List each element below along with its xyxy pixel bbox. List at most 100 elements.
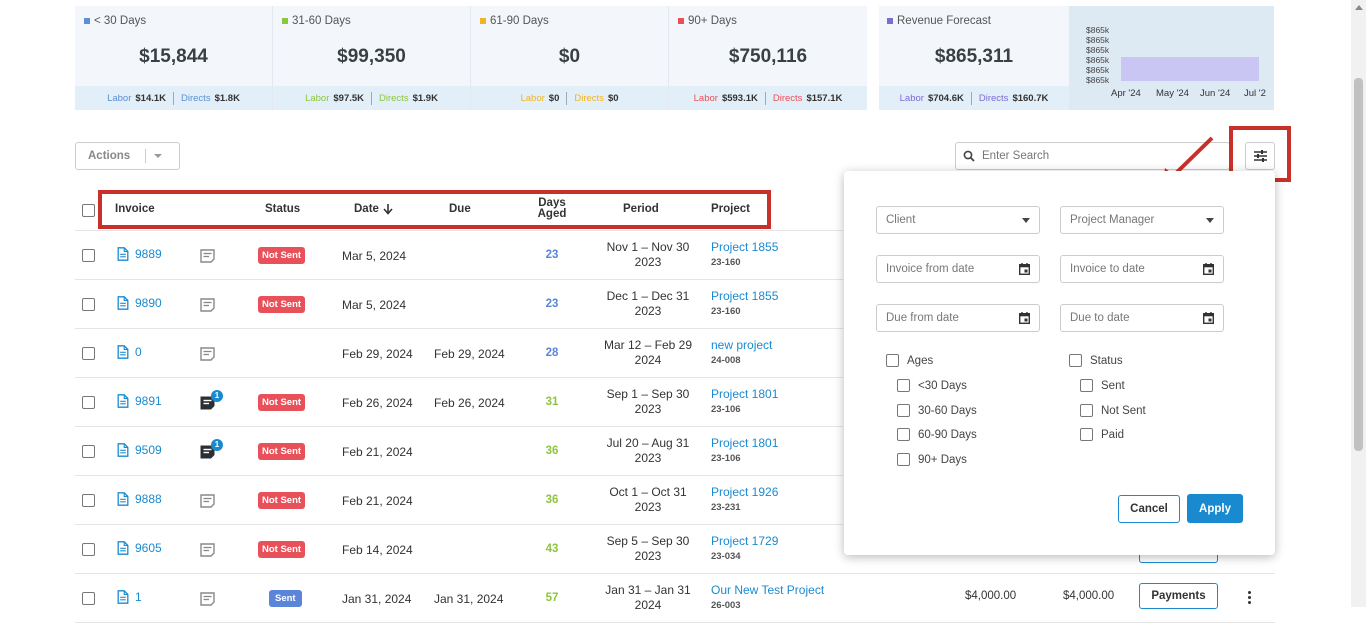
row-checkbox[interactable] xyxy=(82,543,95,556)
select-all-checkbox[interactable] xyxy=(82,204,95,217)
filter-panel: Client Project Manager Invoice from date… xyxy=(844,171,1275,555)
age-30-60-checkbox[interactable]: 30-60 Days xyxy=(897,404,977,417)
invoice-number: 9605 xyxy=(135,541,162,555)
aging-card-lt30[interactable]: < 30 Days $15,844 Labor $14.1K Directs $1.… xyxy=(75,6,273,110)
scrollbar-thumb[interactable] xyxy=(1354,78,1363,451)
invoice-link[interactable]: 9891 xyxy=(117,394,162,408)
status-checkbox[interactable]: Status xyxy=(1069,354,1123,367)
labor-label: Labor xyxy=(305,92,330,104)
status-paid-checkbox[interactable]: Paid xyxy=(1080,428,1124,441)
project-link[interactable]: Project 1729 xyxy=(711,534,778,548)
notes-button[interactable] xyxy=(200,298,215,317)
notes-button[interactable] xyxy=(200,249,215,268)
notes-button[interactable] xyxy=(200,347,215,366)
y-tick: $865k xyxy=(1086,35,1110,45)
project-link[interactable]: Project 1855 xyxy=(711,240,778,254)
row-checkbox[interactable] xyxy=(82,396,95,409)
notes-button[interactable] xyxy=(200,592,215,611)
notes-button[interactable]: 1 xyxy=(200,439,223,464)
project-link[interactable]: new project xyxy=(711,338,772,352)
invoice-link[interactable]: 1 xyxy=(117,590,142,604)
date-cell: Feb 29, 2024 xyxy=(342,347,413,361)
directs-value: $160.7K xyxy=(1012,92,1049,104)
invoice-link[interactable]: 9889 xyxy=(117,247,162,261)
row-checkbox[interactable] xyxy=(82,249,95,262)
client-placeholder: Client xyxy=(886,214,916,226)
directs-label: Directs xyxy=(978,92,1009,104)
directs-value: $1.9K xyxy=(412,92,438,104)
project-manager-select[interactable]: Project Manager xyxy=(1060,206,1224,234)
apply-button[interactable]: Apply xyxy=(1187,494,1243,523)
row-checkbox[interactable] xyxy=(82,494,95,507)
notes-button[interactable]: 1 xyxy=(200,390,223,415)
invoice-link[interactable]: 9890 xyxy=(117,296,162,310)
due-to-date-input[interactable]: Due to date xyxy=(1060,304,1224,332)
divider xyxy=(566,91,568,105)
note-count-badge: 1 xyxy=(211,390,223,402)
pm-placeholder: Project Manager xyxy=(1070,214,1155,226)
row-checkbox[interactable] xyxy=(82,347,95,360)
row-checkbox[interactable] xyxy=(82,445,95,458)
client-select[interactable]: Client xyxy=(876,206,1040,234)
checkbox-label: Paid xyxy=(1101,428,1125,441)
due-cell: Jan 31, 2024 xyxy=(434,592,504,606)
age-90plus-checkbox[interactable]: 90+ Days xyxy=(897,453,967,466)
forecast-amount: $865,311 xyxy=(934,46,1014,67)
project-code: 23-106 xyxy=(711,404,741,415)
notes-button[interactable] xyxy=(200,494,215,513)
checkbox-label: 30-60 Days xyxy=(918,404,977,417)
age-lt30-checkbox[interactable]: <30 Days xyxy=(897,379,967,392)
document-icon xyxy=(117,590,129,604)
project-link[interactable]: Project 1801 xyxy=(711,436,778,450)
checkbox-label: Sent xyxy=(1101,379,1125,392)
age-60-90-checkbox[interactable]: 60-90 Days xyxy=(897,428,977,441)
d3160-legend-square xyxy=(282,18,288,24)
project-link[interactable]: Project 1926 xyxy=(711,485,778,499)
notes-button[interactable] xyxy=(200,543,215,562)
project-link[interactable]: Project 1801 xyxy=(711,387,778,401)
invoice-link[interactable]: 9509 xyxy=(117,443,162,457)
note-icon xyxy=(200,592,215,606)
more-vert-icon[interactable] xyxy=(1248,591,1251,606)
aging-card-90plus[interactable]: 90+ Days $750,116 Labor $593.1K Directs $1… xyxy=(669,6,867,110)
period-year: 2023 xyxy=(634,402,662,416)
cancel-button[interactable]: Cancel xyxy=(1118,495,1180,523)
scroll-up-arrow-icon[interactable] xyxy=(1355,5,1363,10)
row-checkbox[interactable] xyxy=(82,592,95,605)
days-aged-cell: 57 xyxy=(545,592,559,604)
invoice-from-date-input[interactable]: Invoice from date xyxy=(876,255,1040,283)
status-not-sent-checkbox[interactable]: Not Sent xyxy=(1080,404,1146,417)
invoice-link[interactable]: 9888 xyxy=(117,492,162,506)
invoice-link[interactable]: 9605 xyxy=(117,541,162,555)
period-range: Dec 1 – Dec 31 xyxy=(606,289,690,303)
ages-checkbox[interactable]: Ages xyxy=(886,354,933,367)
project-cell: Project 1801 23-106 xyxy=(711,387,778,415)
amount-cell: $4,000.00 xyxy=(965,590,1017,602)
invoice-link[interactable]: 0 xyxy=(117,345,142,359)
x-tick: Apr '24 xyxy=(1111,88,1141,99)
page-scrollbar[interactable] xyxy=(1351,0,1366,607)
period-cell: Nov 1 – Nov 30 2023 xyxy=(597,240,699,270)
days-aged-cell: 23 xyxy=(545,249,559,261)
labor-value: $97.5K xyxy=(333,92,365,104)
project-code: 26-003 xyxy=(711,600,741,611)
card-amount: $15,844 xyxy=(139,46,208,67)
invoice-number: 9889 xyxy=(135,247,162,261)
period-range: Sep 1 – Sep 30 xyxy=(606,387,690,401)
due-cell: Feb 26, 2024 xyxy=(434,396,505,410)
project-code: 23-106 xyxy=(711,453,741,464)
aging-card-31-60[interactable]: 31-60 Days $99,350 Labor $97.5K Directs $1… xyxy=(273,6,471,110)
invoice-to-date-input[interactable]: Invoice to date xyxy=(1060,255,1224,283)
revenue-forecast-card[interactable]: Revenue Forecast $865,311 Labor $704.6K D… xyxy=(879,6,1274,110)
project-link[interactable]: Project 1855 xyxy=(711,289,778,303)
status-sent-checkbox[interactable]: Sent xyxy=(1080,379,1125,392)
days-aged-cell: 43 xyxy=(545,543,559,555)
payments-button[interactable]: Payments xyxy=(1139,583,1218,609)
aging-card-61-90[interactable]: 61-90 Days $0 Labor $0 Directs $0 xyxy=(471,6,669,110)
actions-dropdown[interactable]: Actions xyxy=(75,142,180,170)
row-checkbox[interactable] xyxy=(82,298,95,311)
due-from-date-input[interactable]: Due from date xyxy=(876,304,1040,332)
date-cell: Feb 14, 2024 xyxy=(342,543,413,557)
project-link[interactable]: Our New Test Project xyxy=(711,583,824,597)
card-amount: $0 xyxy=(558,46,581,67)
